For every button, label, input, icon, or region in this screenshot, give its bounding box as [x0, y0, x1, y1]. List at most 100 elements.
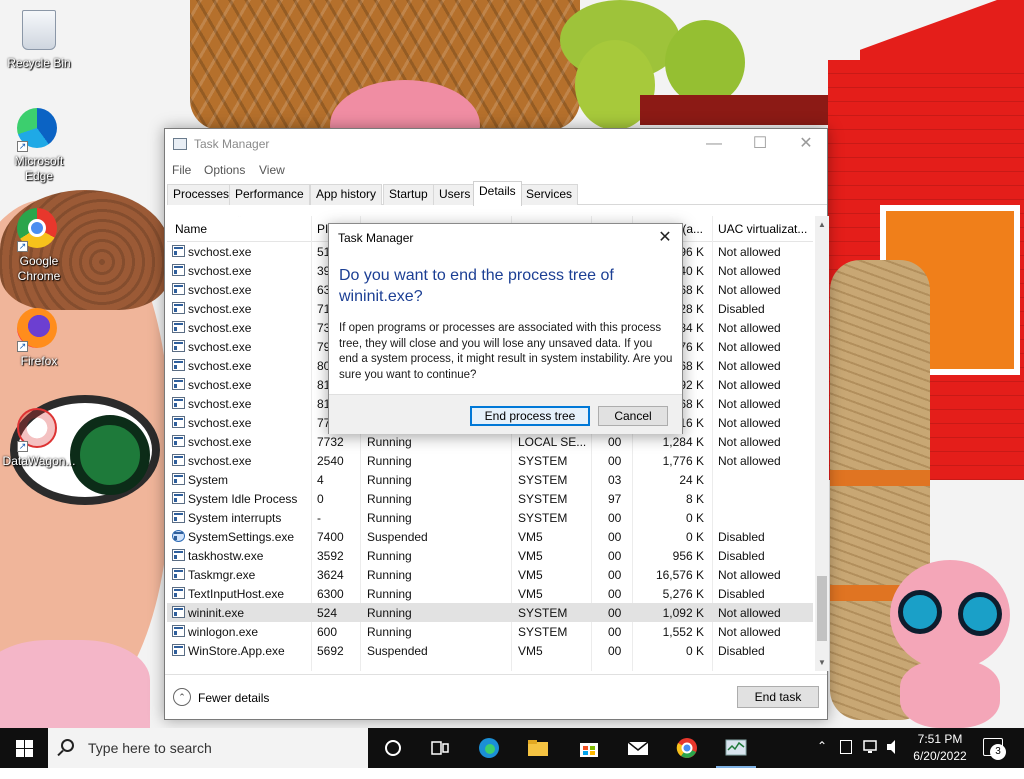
- process-icon: [172, 644, 185, 656]
- cell-user: SYSTEM: [518, 606, 568, 620]
- store-icon[interactable]: [577, 736, 601, 760]
- fewer-details-link[interactable]: Fewer details: [198, 691, 269, 705]
- start-button[interactable]: [0, 728, 48, 768]
- windows-logo-icon-pane: [25, 740, 33, 748]
- recycle-bin-icon: [17, 10, 61, 54]
- cell-name: svchost.exe: [188, 283, 252, 297]
- cell-name: System interrupts: [188, 511, 282, 525]
- desktop-icon-recycle-bin[interactable]: Recycle Bin: [1, 10, 77, 71]
- table-row[interactable]: TextInputHost.exe 6300 Running VM5 00 5,276 K…: [167, 584, 813, 603]
- cell-uac: Not allowed: [718, 359, 781, 373]
- table-row[interactable]: System 4 Running SYSTEM 03 24 K: [167, 470, 813, 489]
- column-header-uac[interactable]: UAC virtualizat...: [718, 222, 807, 236]
- cell-user: SYSTEM: [518, 473, 568, 487]
- table-row[interactable]: Taskmgr.exe 3624 Running VM5 00 16,576 K Not a…: [167, 565, 813, 584]
- tab-performance[interactable]: Performance: [229, 184, 310, 205]
- cell-cpu: 00: [608, 606, 622, 620]
- table-row[interactable]: SystemSettings.exe 7400 Suspended VM5 00 0 K D…: [167, 527, 813, 546]
- cell-memory: 0 K: [685, 511, 704, 525]
- cell-pid: 3592: [317, 549, 344, 563]
- file-explorer-icon[interactable]: [526, 736, 550, 760]
- cortana-icon[interactable]: [381, 736, 405, 760]
- process-icon: [172, 321, 185, 333]
- menu-file[interactable]: File: [172, 163, 191, 177]
- cell-uac: Disabled: [718, 587, 765, 601]
- table-row[interactable]: System Idle Process 0 Running SYSTEM 97 8 K: [167, 489, 813, 508]
- chevron-up-icon[interactable]: ⌃: [173, 688, 191, 706]
- tab-startup[interactable]: Startup: [383, 184, 434, 205]
- cell-name: svchost.exe: [188, 416, 252, 430]
- desktop-icon-chrome[interactable]: ↗ Google Chrome: [1, 208, 77, 284]
- desktop-icon-datawagon[interactable]: ↗ DataWagon...: [1, 408, 77, 469]
- cell-name: svchost.exe: [188, 454, 252, 468]
- process-icon: [172, 435, 185, 447]
- cell-memory: 84 K: [679, 321, 704, 335]
- window-title: Task Manager: [194, 137, 270, 151]
- table-row[interactable]: System interrupts - Running SYSTEM 00 0 K: [167, 508, 813, 527]
- chevron-up-icon[interactable]: ⌃: [817, 739, 827, 779]
- process-icon: [172, 245, 185, 257]
- table-row[interactable]: svchost.exe 2540 Running SYSTEM 00 1,776 K Not…: [167, 451, 813, 470]
- menu-view[interactable]: View: [259, 163, 285, 177]
- clock-date: 6/20/2022: [913, 749, 967, 763]
- process-icon: [172, 302, 185, 314]
- cell-cpu: 03: [608, 473, 622, 487]
- taskbar-search-box[interactable]: Type here to search: [48, 728, 368, 768]
- task-manager-icon[interactable]: [724, 736, 748, 760]
- windows-logo-icon-pane: [16, 749, 24, 757]
- table-row[interactable]: winlogon.exe 600 Running SYSTEM 00 1,552 K Not…: [167, 622, 813, 641]
- cell-memory: 8 K: [685, 492, 704, 506]
- table-row[interactable]: taskhostw.exe 3592 Running VM5 00 956 K Disabl…: [167, 546, 813, 565]
- volume-icon[interactable]: [885, 738, 903, 778]
- table-row[interactable]: WinStore.App.exe 5692 Suspended VM5 00 0 K Dis…: [167, 641, 813, 660]
- column-header-pid[interactable]: PI: [317, 222, 328, 236]
- end-process-tree-button[interactable]: End process tree: [470, 406, 590, 426]
- chrome-icon[interactable]: [675, 736, 699, 760]
- task-view-icon[interactable]: [428, 736, 452, 760]
- cell-status: Running: [367, 606, 412, 620]
- scroll-down-icon[interactable]: ▼: [815, 654, 829, 671]
- cell-cpu: 00: [608, 625, 622, 639]
- wallpaper-piglet-eye: [898, 590, 942, 634]
- scroll-thumb[interactable]: [817, 576, 827, 641]
- desktop-icon-label: DataWagon...: [2, 454, 76, 468]
- wallpaper-girl-shirt: [0, 640, 150, 728]
- cell-user: VM5: [518, 644, 543, 658]
- cell-status: Running: [367, 435, 412, 449]
- tab-users[interactable]: Users: [433, 184, 477, 205]
- vertical-scrollbar[interactable]: ▲ ▼: [815, 216, 829, 671]
- maximize-button[interactable]: ☐: [737, 129, 783, 159]
- cell-memory: 68 K: [679, 283, 704, 297]
- title-bar[interactable]: Task Manager — ☐ ✕: [165, 129, 827, 159]
- mail-icon[interactable]: [626, 736, 650, 760]
- cancel-button[interactable]: Cancel: [598, 406, 668, 426]
- tab-app-history[interactable]: App history: [310, 184, 383, 205]
- cell-name: System Idle Process: [188, 492, 298, 506]
- system-clock[interactable]: 7:51 PM 6/20/2022: [906, 731, 974, 765]
- close-icon[interactable]: ✕: [652, 226, 678, 250]
- device-icon[interactable]: [840, 740, 852, 754]
- process-icon: [172, 264, 185, 276]
- column-header-name[interactable]: Name: [175, 222, 207, 236]
- scroll-up-icon[interactable]: ▲: [815, 216, 829, 233]
- table-row[interactable]: wininit.exe 524 Running SYSTEM 00 1,092 K Not …: [167, 603, 813, 622]
- minimize-button[interactable]: —: [691, 129, 737, 159]
- tab-services[interactable]: Services: [520, 184, 579, 205]
- desktop-icon-firefox[interactable]: ↗ Firefox: [1, 308, 77, 369]
- cell-pid: 3624: [317, 568, 344, 582]
- desktop-icon-edge[interactable]: ↗ Microsoft Edge: [1, 108, 77, 184]
- cell-user: VM5: [518, 549, 543, 563]
- edge-icon[interactable]: [477, 736, 501, 760]
- table-row[interactable]: svchost.exe 7732 Running LOCAL SE... 00 1,284…: [167, 432, 813, 451]
- end-task-button[interactable]: End task: [737, 686, 819, 708]
- cell-memory: 68 K: [679, 359, 704, 373]
- tab-processes[interactable]: Processes: [167, 184, 236, 205]
- network-icon[interactable]: [862, 738, 880, 778]
- tab-details[interactable]: Details: [473, 181, 522, 206]
- cell-name: svchost.exe: [188, 340, 252, 354]
- cell-memory: 1,092 K: [662, 606, 704, 620]
- windows-logo-icon-pane: [25, 749, 33, 757]
- menu-options[interactable]: Options: [204, 163, 245, 177]
- close-button[interactable]: ✕: [783, 129, 829, 159]
- search-icon: [61, 739, 74, 752]
